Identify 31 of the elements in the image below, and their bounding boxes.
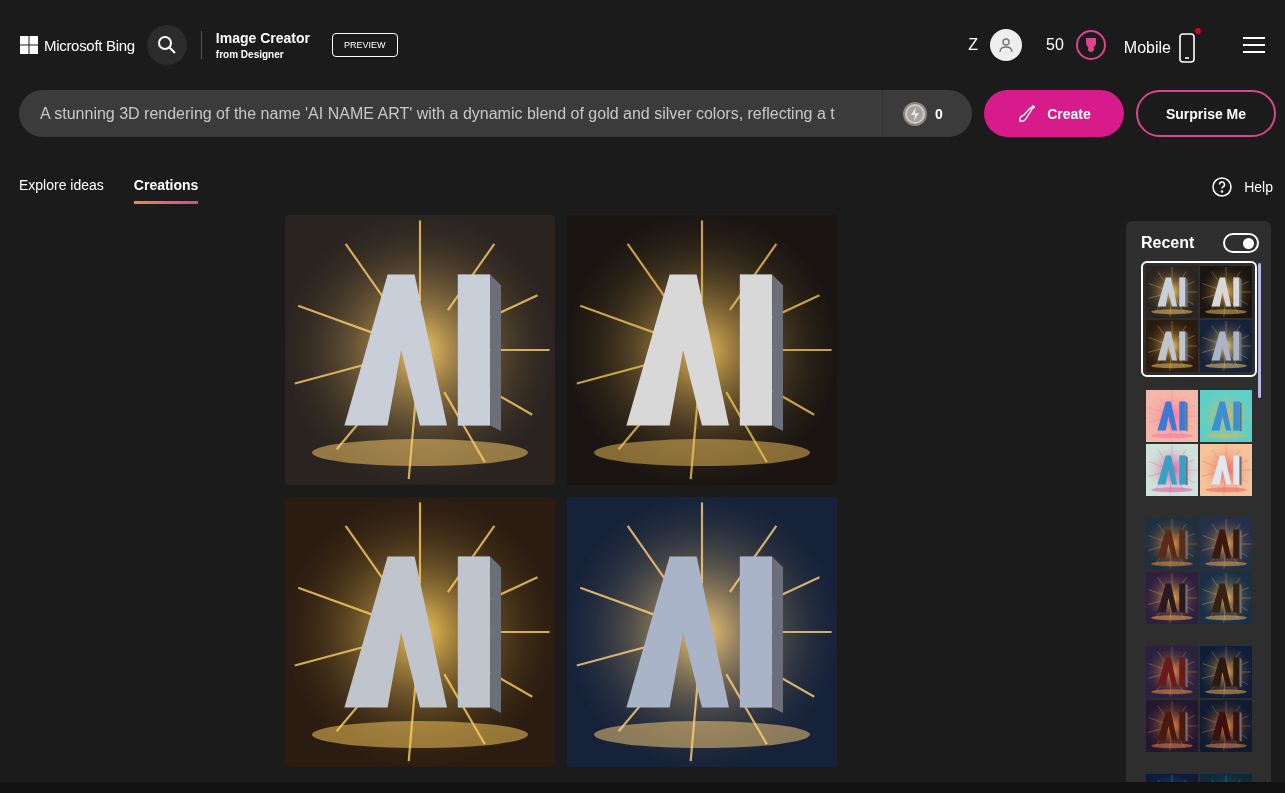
trophy-icon bbox=[1083, 37, 1098, 53]
menu-icon bbox=[1243, 37, 1265, 53]
create-button[interactable]: Create bbox=[984, 90, 1124, 137]
avatar-button[interactable] bbox=[990, 29, 1023, 61]
phone-icon bbox=[1179, 33, 1195, 63]
product-title: Image Creator bbox=[215, 30, 310, 46]
product-subtitle: from Designer bbox=[215, 49, 285, 60]
preview-badge: PREVIEW bbox=[332, 33, 398, 57]
toggle-switch[interactable] bbox=[1223, 233, 1259, 253]
rewards-button[interactable] bbox=[1075, 30, 1106, 60]
help-icon bbox=[1212, 177, 1233, 197]
prompt-field[interactable]: A stunning 3D rendering of the name 'AI NAME ART' with a dynamic blend of gold and silver colors, reflecting a t bbox=[19, 104, 882, 123]
brush-sparkle-icon bbox=[1017, 103, 1038, 124]
search-button[interactable] bbox=[146, 25, 187, 65]
boost-count: 0 bbox=[935, 105, 943, 122]
windows-logo-icon bbox=[20, 36, 38, 54]
tab[interactable]: Creations bbox=[133, 177, 199, 204]
search-icon bbox=[156, 35, 177, 55]
menu-button[interactable] bbox=[1243, 37, 1265, 53]
surprise-button[interactable]: Surprise Me bbox=[1136, 90, 1276, 137]
person-icon bbox=[998, 37, 1015, 53]
brand-name[interactable]: Microsoft Bing bbox=[44, 36, 135, 54]
recent-set[interactable] bbox=[1141, 261, 1257, 377]
tab[interactable]: Explore ideas bbox=[19, 177, 104, 204]
bolt-coin-icon bbox=[903, 101, 927, 126]
scrollbar[interactable] bbox=[1258, 263, 1261, 398]
points-count: 50 bbox=[1046, 36, 1064, 54]
user-initial: Z bbox=[968, 36, 979, 54]
recent-title: Recent bbox=[1141, 234, 1195, 252]
mobile-button[interactable]: Mobile bbox=[1123, 27, 1201, 63]
help-link[interactable]: Help bbox=[1212, 177, 1273, 197]
